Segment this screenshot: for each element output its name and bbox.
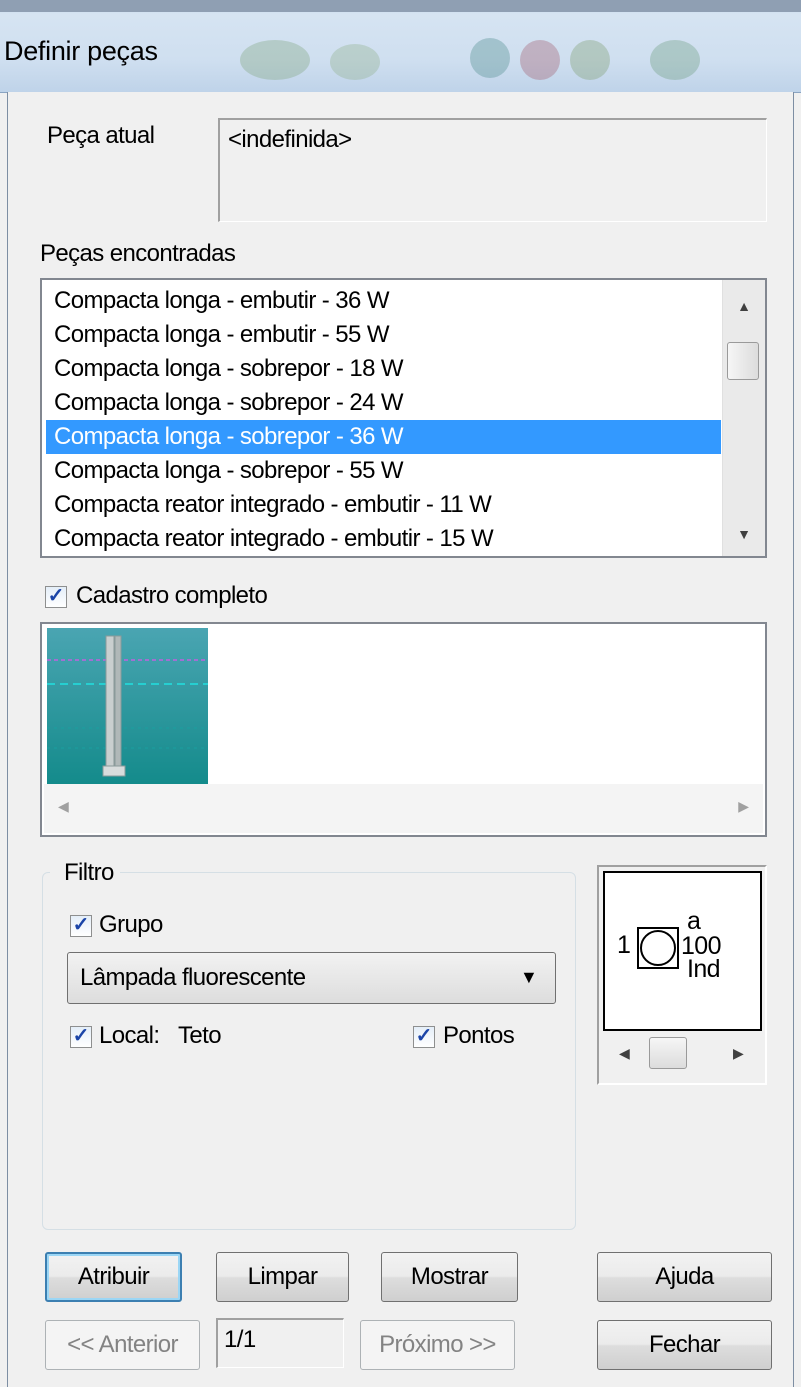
lamp-thumbnail-image [47, 628, 208, 789]
window-title: Definir peças [4, 36, 158, 66]
scrollbar-thumb[interactable] [649, 1037, 687, 1069]
background-decoration [650, 40, 700, 80]
group-select-value: Lâmpada fluorescente [80, 964, 306, 991]
full-catalog-checkbox[interactable]: ✓ [45, 586, 67, 608]
found-pieces-listbox[interactable]: Compacta longa - embutir - 36 W Compacta… [40, 278, 767, 558]
group-select[interactable]: Lâmpada fluorescente ▼ [67, 952, 556, 1004]
symbol-canvas: 1 a 100 Ind [603, 871, 762, 1031]
local-value: Teto [178, 1022, 222, 1049]
local-checkbox[interactable]: ✓ [70, 1026, 92, 1048]
symbol-horizontal-scrollbar[interactable]: ◀ ▶ [603, 1033, 762, 1077]
preview-horizontal-scrollbar[interactable]: ◀ ▶ [44, 784, 763, 833]
scroll-left-arrow-icon[interactable]: ◀ [619, 1045, 630, 1062]
group-checkbox[interactable]: ✓ [70, 915, 92, 937]
close-button[interactable]: Fechar [597, 1320, 772, 1370]
previous-button[interactable]: << Anterior [45, 1320, 200, 1370]
background-decoration [570, 40, 610, 80]
light-fixture-symbol-icon [637, 927, 679, 969]
help-button[interactable]: Ajuda [597, 1252, 772, 1302]
piece-preview-panel: ◀ ▶ [40, 622, 767, 837]
scroll-up-arrow-icon[interactable]: ▲ [723, 298, 765, 314]
clear-button[interactable]: Limpar [216, 1252, 349, 1302]
points-checkbox[interactable]: ✓ [413, 1026, 435, 1048]
page-indicator-field: 1/1 [216, 1318, 344, 1368]
list-item[interactable]: Compacta longa - embutir - 55 W [50, 318, 389, 352]
background-decoration [330, 44, 380, 80]
assign-button[interactable]: Atribuir [45, 1252, 182, 1302]
background-decoration [520, 40, 560, 80]
scroll-right-arrow-icon[interactable]: ▶ [733, 1045, 744, 1062]
chevron-down-icon: ▼ [520, 967, 538, 987]
current-piece-label: Peça atual [47, 122, 155, 149]
full-catalog-label: Cadastro completo [76, 582, 268, 609]
local-checkbox-label: Local: [99, 1022, 160, 1049]
points-checkbox-label: Pontos [443, 1022, 515, 1049]
background-decoration [240, 40, 310, 80]
current-piece-field: <indefinida> [218, 118, 767, 222]
list-item[interactable]: Compacta longa - sobrepor - 24 W [50, 386, 404, 420]
symbol-preview: 1 a 100 Ind ◀ ▶ [597, 865, 767, 1085]
scroll-down-arrow-icon[interactable]: ▼ [723, 526, 765, 542]
title-bar[interactable]: Definir peças [0, 0, 801, 93]
list-vertical-scrollbar[interactable]: ▲ ▼ [722, 280, 765, 556]
list-item[interactable]: Compacta longa - embutir - 36 W [50, 284, 389, 318]
found-pieces-label: Peças encontradas [40, 240, 236, 267]
list-item[interactable]: Compacta reator integrado - embutir - 11… [50, 488, 492, 522]
lamp-thumbnail[interactable] [47, 628, 208, 789]
list-item[interactable]: Compacta reator integrado - embutir - 15… [50, 522, 494, 556]
page-indicator: 1/1 [224, 1326, 256, 1353]
scroll-left-arrow-icon[interactable]: ◀ [58, 798, 69, 815]
filter-group-title: Filtro [50, 859, 120, 887]
list-item-selected[interactable]: Compacta longa - sobrepor - 36 W [46, 420, 721, 454]
list-item[interactable]: Compacta longa - sobrepor - 18 W [50, 352, 404, 386]
next-button[interactable]: Próximo >> [360, 1320, 515, 1370]
group-checkbox-label: Grupo [99, 911, 163, 938]
symbol-left-label: 1 [617, 931, 631, 959]
scroll-right-arrow-icon[interactable]: ▶ [738, 798, 749, 815]
current-piece-value: <indefinida> [228, 126, 352, 153]
scrollbar-thumb[interactable] [727, 342, 759, 380]
menu-strip [0, 0, 801, 12]
list-item[interactable]: Compacta longa - sobrepor - 55 W [50, 454, 404, 488]
symbol-bottom-label: Ind [687, 955, 721, 983]
background-decoration [470, 38, 510, 78]
symbol-top-label: a [687, 907, 701, 935]
show-button[interactable]: Mostrar [381, 1252, 518, 1302]
